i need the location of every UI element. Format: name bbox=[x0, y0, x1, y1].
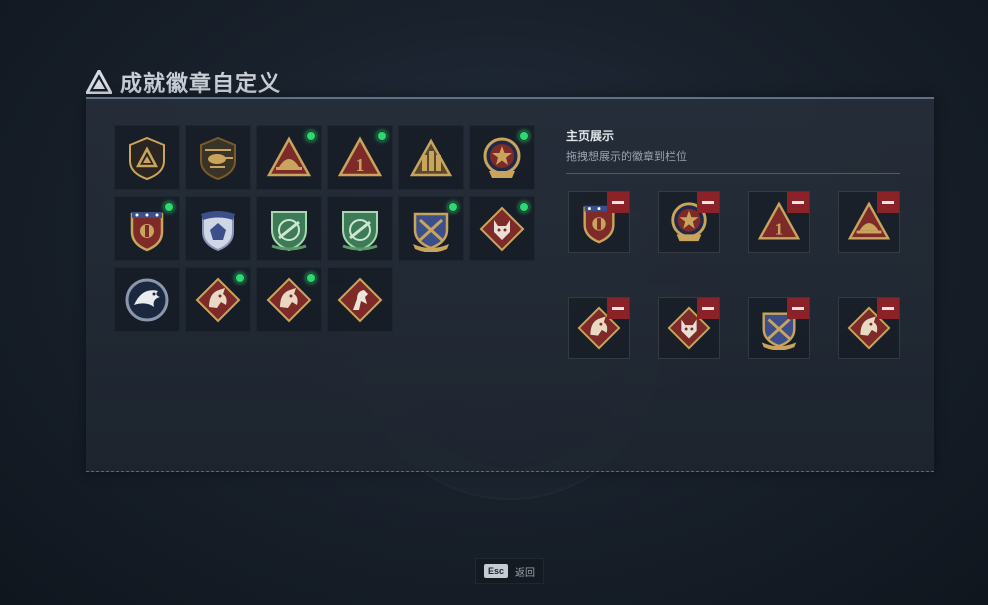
showcase-slot[interactable] bbox=[838, 191, 900, 253]
showcase-slot[interactable] bbox=[568, 191, 630, 253]
minus-icon bbox=[612, 307, 624, 310]
new-indicator-dot bbox=[519, 202, 529, 212]
remove-badge-button[interactable] bbox=[607, 192, 629, 213]
eagle-round-badge-icon bbox=[125, 278, 169, 321]
badge-item[interactable] bbox=[114, 267, 180, 332]
minus-icon bbox=[882, 201, 894, 204]
badge-item[interactable] bbox=[114, 125, 180, 190]
esc-key-icon: Esc bbox=[484, 564, 509, 578]
remove-badge-button[interactable] bbox=[877, 192, 899, 213]
new-indicator-dot bbox=[164, 202, 174, 212]
page-title: 成就徽章自定义 bbox=[120, 71, 282, 96]
remove-badge-button[interactable] bbox=[877, 298, 899, 319]
minus-icon bbox=[612, 201, 624, 204]
badge-item[interactable] bbox=[256, 267, 322, 332]
star-medallion-badge-icon bbox=[483, 137, 521, 178]
badge-item[interactable] bbox=[114, 196, 180, 261]
badge-item[interactable] bbox=[185, 196, 251, 261]
showcase-slot[interactable] bbox=[838, 297, 900, 359]
horse-diamond-badge-icon bbox=[337, 277, 383, 322]
new-indicator-dot bbox=[377, 131, 387, 141]
minus-icon bbox=[702, 307, 714, 310]
divider bbox=[566, 173, 900, 174]
badge-item[interactable] bbox=[327, 196, 393, 261]
showcase-slot[interactable] bbox=[568, 297, 630, 359]
minus-icon bbox=[702, 201, 714, 204]
new-indicator-dot bbox=[448, 202, 458, 212]
showcase-slot[interactable]: 1 bbox=[748, 191, 810, 253]
minus-icon bbox=[792, 201, 804, 204]
badge-item[interactable] bbox=[469, 196, 535, 261]
wolf-diamond-badge-icon bbox=[479, 206, 525, 251]
badge-item[interactable]: 1 bbox=[327, 125, 393, 190]
svg-text:1: 1 bbox=[356, 155, 365, 175]
remove-badge-button[interactable] bbox=[697, 298, 719, 319]
badge-item[interactable] bbox=[256, 196, 322, 261]
delta-shield-badge-icon bbox=[129, 136, 165, 180]
remove-badge-button[interactable] bbox=[787, 298, 809, 319]
showcase-slot[interactable] bbox=[748, 297, 810, 359]
soldiers-triangle-badge-icon bbox=[409, 137, 453, 176]
showcase-title: 主页展示 bbox=[566, 129, 615, 143]
back-button[interactable]: Esc 返回 bbox=[475, 558, 545, 584]
badge-inventory-grid: 1 bbox=[114, 125, 542, 332]
badge-item[interactable] bbox=[398, 196, 464, 261]
badge-item[interactable] bbox=[469, 125, 535, 190]
new-indicator-dot bbox=[306, 273, 316, 283]
blue-crest-badge-icon bbox=[201, 210, 235, 251]
badge-item[interactable] bbox=[398, 125, 464, 190]
new-indicator-dot bbox=[235, 273, 245, 283]
showcase-header: 主页展示 拖拽想展示的徽章到栏位 bbox=[566, 127, 900, 174]
minus-icon bbox=[882, 307, 894, 310]
minus-icon bbox=[792, 307, 804, 310]
number-one-triangle-badge-icon: 1 bbox=[337, 135, 383, 176]
crossed-weapons-shield-badge-icon bbox=[413, 212, 449, 252]
remove-badge-button[interactable] bbox=[607, 298, 629, 319]
dragon-diamond-badge-2-icon bbox=[266, 277, 312, 322]
dragon-diamond-badge-icon bbox=[195, 277, 241, 322]
remove-badge-button[interactable] bbox=[787, 192, 809, 213]
green-rifle-shield-badge-2-icon bbox=[342, 210, 378, 251]
showcase-slot[interactable] bbox=[658, 297, 720, 359]
showcase-subtitle: 拖拽想展示的徽章到栏位 bbox=[566, 151, 687, 163]
new-indicator-dot bbox=[306, 131, 316, 141]
page-header: 成就徽章自定义 bbox=[86, 66, 281, 98]
crest-stars-badge-icon bbox=[130, 211, 164, 251]
remove-badge-button[interactable] bbox=[697, 192, 719, 213]
svg-text:1: 1 bbox=[775, 219, 784, 238]
new-indicator-dot bbox=[519, 131, 529, 141]
badge-item[interactable] bbox=[185, 125, 251, 190]
back-label: 返回 bbox=[515, 567, 536, 579]
delta-triangle-icon bbox=[86, 70, 112, 94]
badge-item[interactable] bbox=[256, 125, 322, 190]
helicopter-badge-icon bbox=[200, 136, 236, 180]
helmet-triangle-badge-icon bbox=[266, 135, 312, 176]
badge-item[interactable] bbox=[185, 267, 251, 332]
badge-item[interactable] bbox=[327, 267, 393, 332]
badge-panel: 1 主页展示 拖拽想展示的徽章到栏位 1 bbox=[86, 97, 934, 472]
green-rifle-shield-badge-icon bbox=[271, 210, 307, 251]
showcase-slot[interactable] bbox=[658, 191, 720, 253]
